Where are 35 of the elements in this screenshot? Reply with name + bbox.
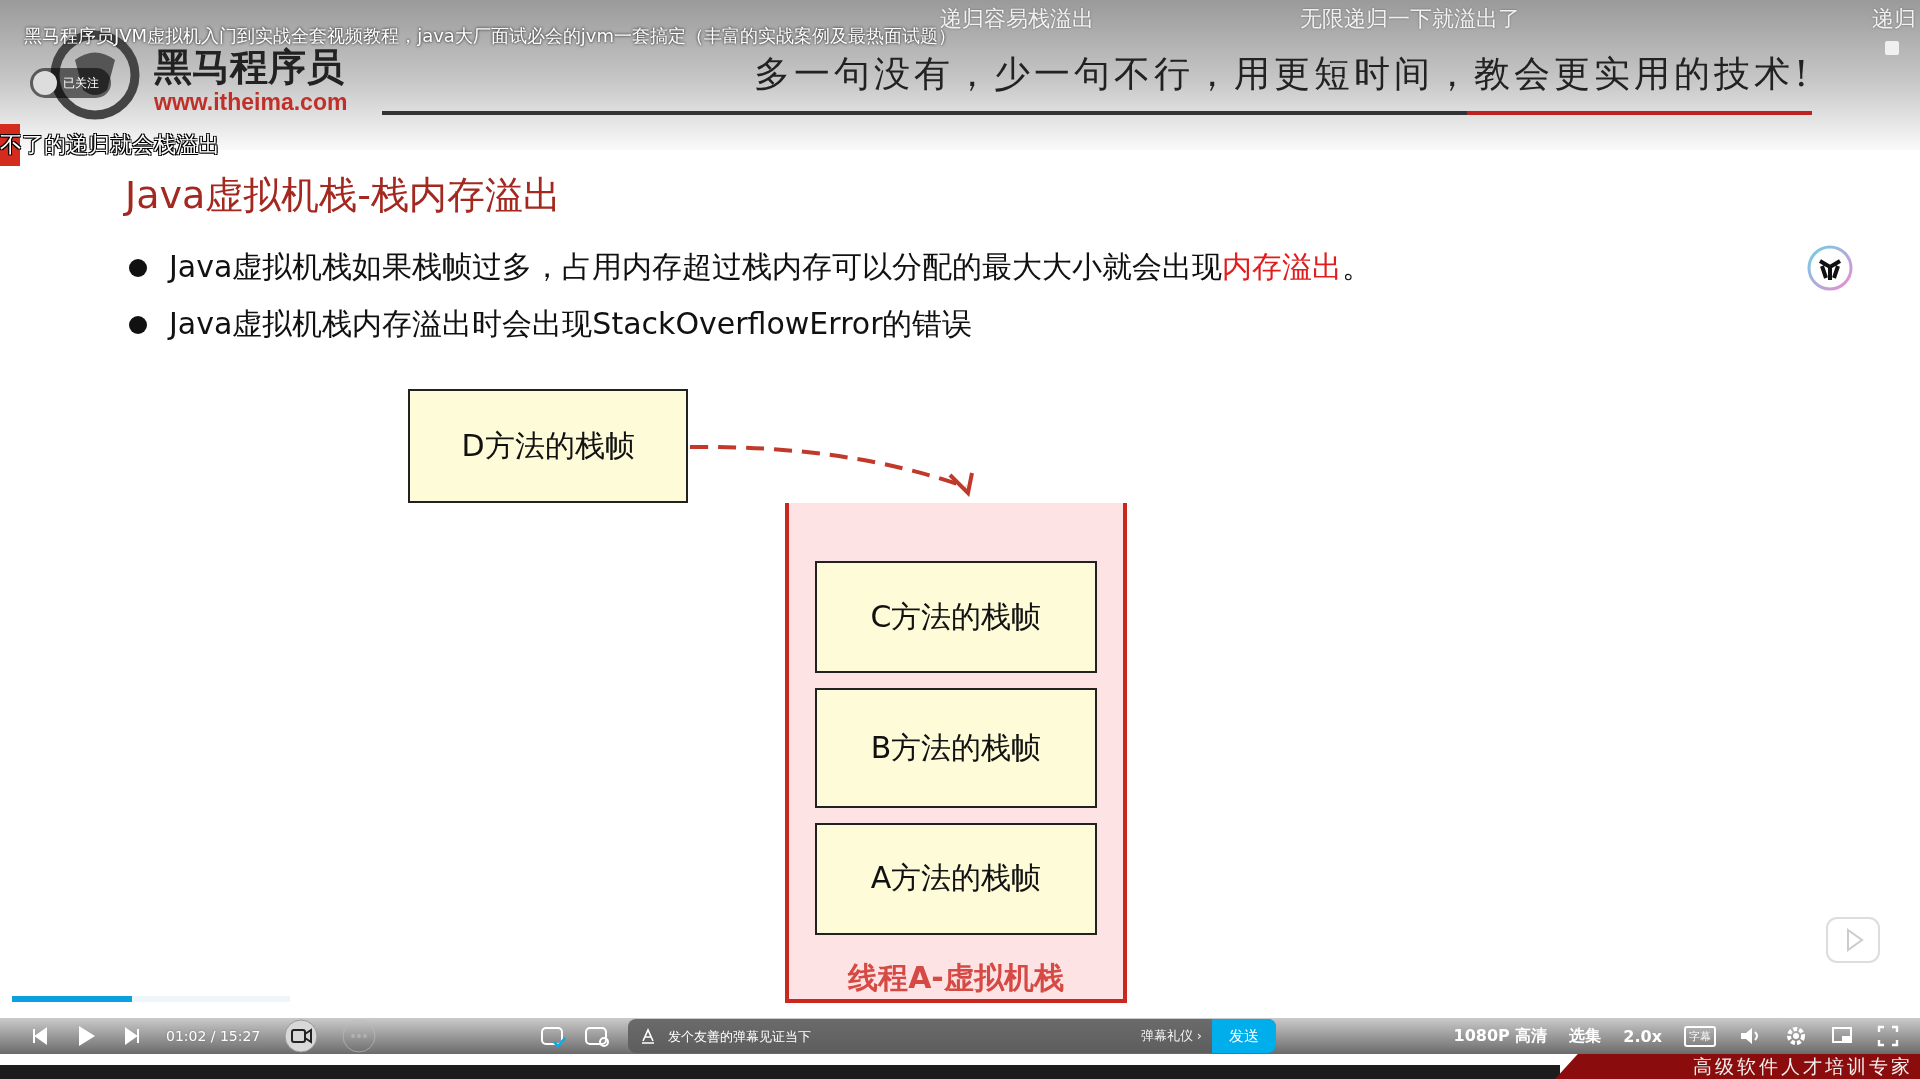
danmaku-comment: 递归 bbox=[1872, 5, 1916, 33]
previous-icon[interactable] bbox=[30, 1026, 50, 1046]
more-icon[interactable] bbox=[342, 1019, 377, 1053]
stack-frame: A方法的栈帧 bbox=[815, 822, 1097, 935]
episodes-button[interactable]: 选集 bbox=[1569, 1025, 1602, 1047]
follow-badge[interactable]: 已关注 bbox=[30, 68, 111, 98]
slogan: 多一句没有，少一句不行，用更短时间，教会更实用的技术! bbox=[753, 52, 1813, 96]
bullet-text: Java虚拟机栈如果栈帧过多，占用内存超过栈内存可以分配的最大大小就会出现内存溢出。 bbox=[169, 248, 1373, 286]
fullscreen-icon[interactable] bbox=[1876, 1024, 1900, 1048]
bullet-text: Java虚拟机栈内存溢出时会出现StackOverflowError的错误 bbox=[169, 305, 973, 343]
logo-name: 黑马程序员 bbox=[154, 44, 344, 89]
danmaku-toggle-icon[interactable] bbox=[540, 1024, 566, 1048]
playback-time: 01:02 / 15:27 bbox=[166, 1028, 261, 1044]
stack-label: 线程A-虚拟机栈 bbox=[848, 959, 1064, 997]
stack-frame: B方法的栈帧 bbox=[815, 688, 1097, 808]
etiquette-link[interactable]: 弹幕礼仪 › bbox=[1140, 1027, 1202, 1045]
slide-heading: Java虚拟机栈-栈内存溢出 bbox=[125, 172, 562, 219]
stack-frame: D方法的栈帧 bbox=[408, 389, 688, 503]
bullet-icon bbox=[129, 258, 147, 277]
tri-blade-icon[interactable] bbox=[1806, 244, 1854, 292]
stack-frame: C方法的栈帧 bbox=[815, 561, 1097, 674]
danmaku-input-field[interactable]: 发个友善的弹幕见证当下 弹幕礼仪 › 发送 bbox=[628, 1019, 1276, 1053]
banner-text: 高级软件人才培训专家 bbox=[1693, 1053, 1913, 1079]
video-camera-icon[interactable] bbox=[284, 1019, 319, 1053]
send-button[interactable]: 发送 bbox=[1212, 1019, 1276, 1053]
danmaku-settings-icon[interactable] bbox=[584, 1024, 610, 1048]
danmaku-comment: 无限递归一下就溢出了 bbox=[1300, 5, 1520, 33]
settings-icon[interactable] bbox=[1784, 1024, 1808, 1048]
subtitle-button[interactable]: 字幕 bbox=[1684, 1025, 1716, 1047]
speed-button[interactable]: 2.0x bbox=[1623, 1026, 1662, 1046]
logo-url: www.itheima.com bbox=[154, 88, 348, 116]
next-icon[interactable] bbox=[122, 1026, 142, 1046]
quality-button[interactable]: 1080P 高清 bbox=[1453, 1025, 1548, 1047]
bullet-icon bbox=[129, 315, 147, 334]
text-style-icon[interactable] bbox=[640, 1028, 656, 1044]
